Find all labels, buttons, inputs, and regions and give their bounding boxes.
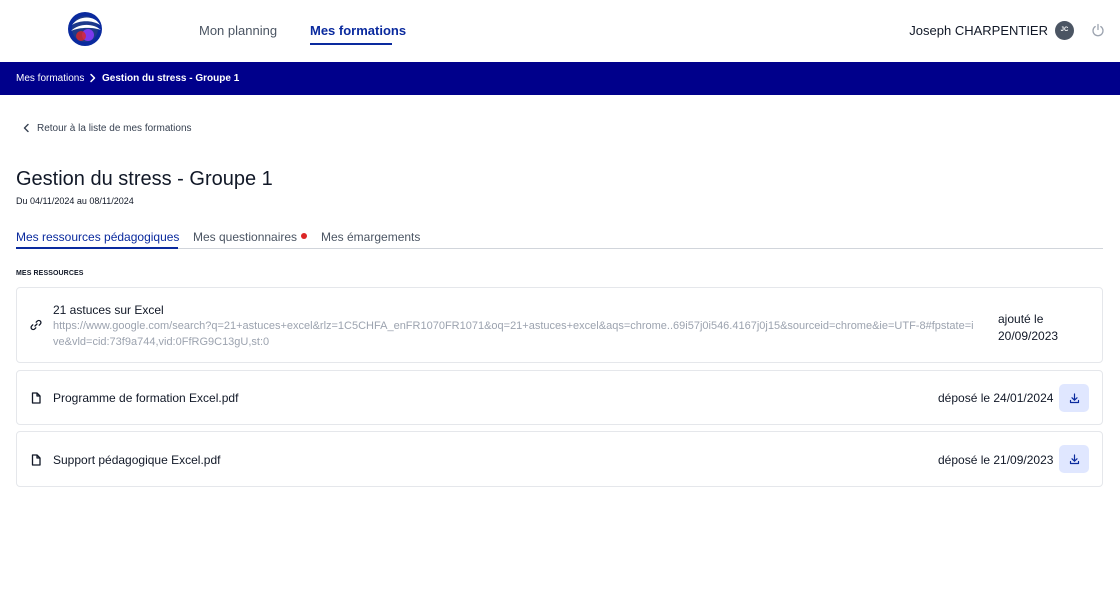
breadcrumb-current: Gestion du stress - Groupe 1 [102,73,240,84]
file-icon [31,454,41,466]
back-link-label: Retour à la liste de mes formations [37,122,192,134]
power-icon[interactable] [1091,23,1105,37]
resource-title[interactable]: 21 astuces sur Excel [53,303,164,317]
resource-url[interactable]: https://www.google.com/search?q=21+astuc… [53,318,978,350]
nav-mes-formations[interactable]: Mes formations [310,23,406,38]
resource-card-file[interactable]: Programme de formation Excel.pdf déposé … [16,370,1103,425]
user-name[interactable]: Joseph CHARPENTIER [909,23,1048,38]
download-icon [1069,392,1079,403]
nav-mon-planning[interactable]: Mon planning [199,23,277,38]
resource-title[interactable]: Support pédagogique Excel.pdf [53,453,220,467]
page-title: Gestion du stress - Groupe 1 [16,168,273,190]
tab-ressources[interactable]: Mes ressources pédagogiques [16,230,179,244]
breadcrumb-mes-formations[interactable]: Mes formations [16,73,84,84]
download-button[interactable] [1059,384,1089,412]
resource-date-value: 20/09/2023 [998,329,1059,343]
resource-date: ajouté le 20/09/2023 [998,311,1058,345]
page-dates: Du 04/11/2024 au 08/11/2024 [16,196,134,206]
tab-questionnaires-label: Mes questionnaires [193,230,298,244]
resource-date: déposé le 24/01/2024 [938,391,1054,405]
back-link[interactable]: Retour à la liste de mes formations [22,121,192,135]
chevron-left-icon [23,123,29,133]
download-icon [1069,453,1079,464]
top-navbar: Mon planning Mes formations Joseph CHARP… [0,0,1120,62]
breadcrumb: Mes formations Gestion du stress - Group… [0,62,1120,95]
resource-date: déposé le 21/09/2023 [938,453,1054,467]
resource-date-label: ajouté le [998,312,1044,326]
notification-dot [301,233,308,239]
avatar[interactable]: JC [1055,21,1074,40]
nav-active-indicator [310,43,392,45]
tab-questionnaires[interactable]: Mes questionnaires [193,230,308,244]
tab-emargements[interactable]: Mes émargements [321,230,420,244]
link-icon [30,319,42,331]
tab-active-indicator [16,247,178,249]
chevron-right-icon [90,73,96,83]
app-logo[interactable] [67,11,103,47]
file-icon [31,392,41,404]
resource-card-link[interactable]: 21 astuces sur Excel https://www.google.… [16,287,1103,363]
download-button[interactable] [1059,445,1089,473]
resource-title[interactable]: Programme de formation Excel.pdf [53,391,238,405]
resource-card-file[interactable]: Support pédagogique Excel.pdf déposé le … [16,431,1103,487]
tabs: Mes ressources pédagogiques Mes question… [16,230,1103,249]
section-label: MES RESSOURCES [16,270,84,277]
